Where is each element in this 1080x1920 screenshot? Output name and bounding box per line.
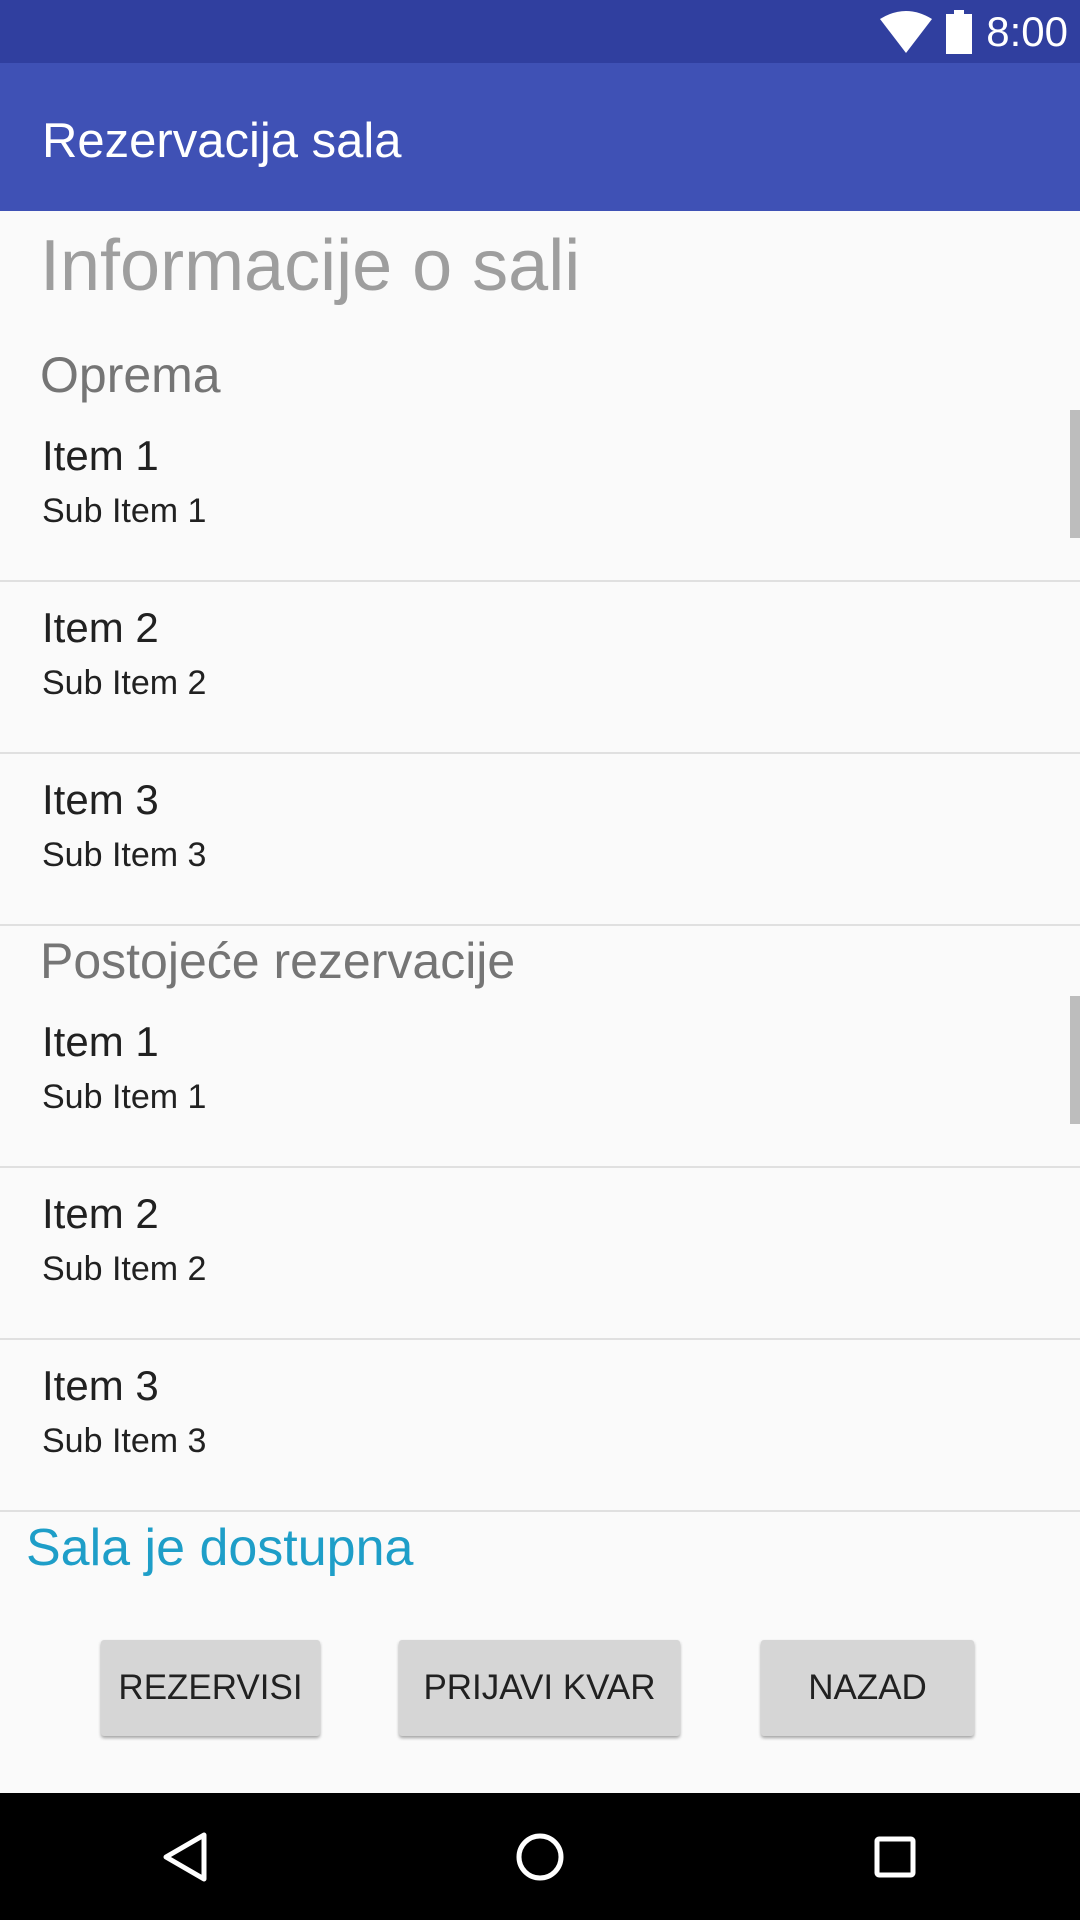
reservations-scrollbar[interactable]: [1070, 996, 1080, 1124]
report-fault-button[interactable]: PRIJAVI KVAR: [399, 1640, 680, 1736]
availability-status: Sala je dostupna: [26, 1519, 414, 1577]
item-subtitle: Sub Item 3: [42, 836, 207, 874]
back-button[interactable]: NAZAD: [761, 1640, 974, 1736]
recents-icon: [874, 1836, 916, 1877]
equipment-list-item[interactable]: Item 2 Sub Item 2: [0, 582, 1080, 754]
item-title: Item 1: [42, 1018, 159, 1065]
item-title: Item 3: [42, 1362, 159, 1409]
back-icon: [163, 1832, 207, 1881]
nav-back-button[interactable]: [130, 1793, 240, 1920]
reservation-list-item[interactable]: Item 1 Sub Item 1: [0, 996, 1080, 1168]
reservation-list-item[interactable]: Item 2 Sub Item 2: [0, 1168, 1080, 1340]
item-subtitle: Sub Item 3: [42, 1422, 207, 1460]
reservation-list-item[interactable]: Item 3 Sub Item 3: [0, 1340, 1080, 1512]
reservations-list[interactable]: Item 1 Sub Item 1 Item 2 Sub Item 2 Item…: [0, 996, 1080, 1512]
status-time: 8:00: [986, 7, 1068, 55]
reservations-section-title: Postojeće rezervacije: [40, 933, 516, 989]
item-title: Item 2: [42, 604, 159, 651]
item-subtitle: Sub Item 2: [42, 664, 207, 702]
item-subtitle: Sub Item 1: [42, 492, 207, 530]
nav-home-button[interactable]: [485, 1793, 595, 1920]
wifi-icon: [880, 10, 933, 53]
item-title: Item 3: [42, 776, 159, 823]
equipment-scrollbar[interactable]: [1070, 410, 1080, 538]
status-bar: 8:00: [0, 0, 1080, 63]
equipment-list-item[interactable]: Item 3 Sub Item 3: [0, 754, 1080, 926]
status-icons: 8:00: [880, 0, 1068, 63]
page-title: Informacije o sali: [40, 226, 581, 306]
item-title: Item 2: [42, 1190, 159, 1237]
app-bar: Rezervacija sala: [0, 63, 1080, 211]
equipment-list[interactable]: Item 1 Sub Item 1 Item 2 Sub Item 2 Item…: [0, 410, 1080, 926]
app-title: Rezervacija sala: [42, 114, 402, 168]
item-title: Item 1: [42, 432, 159, 479]
item-subtitle: Sub Item 1: [42, 1078, 207, 1116]
equipment-section-title: Oprema: [40, 347, 221, 403]
home-icon: [516, 1833, 564, 1880]
battery-icon: [946, 9, 973, 54]
nav-recents-button[interactable]: [840, 1793, 950, 1920]
reserve-button[interactable]: REZERVISI: [101, 1640, 320, 1736]
equipment-list-item[interactable]: Item 1 Sub Item 1: [0, 410, 1080, 582]
item-subtitle: Sub Item 2: [42, 1250, 207, 1288]
navigation-bar: [0, 1793, 1080, 1920]
